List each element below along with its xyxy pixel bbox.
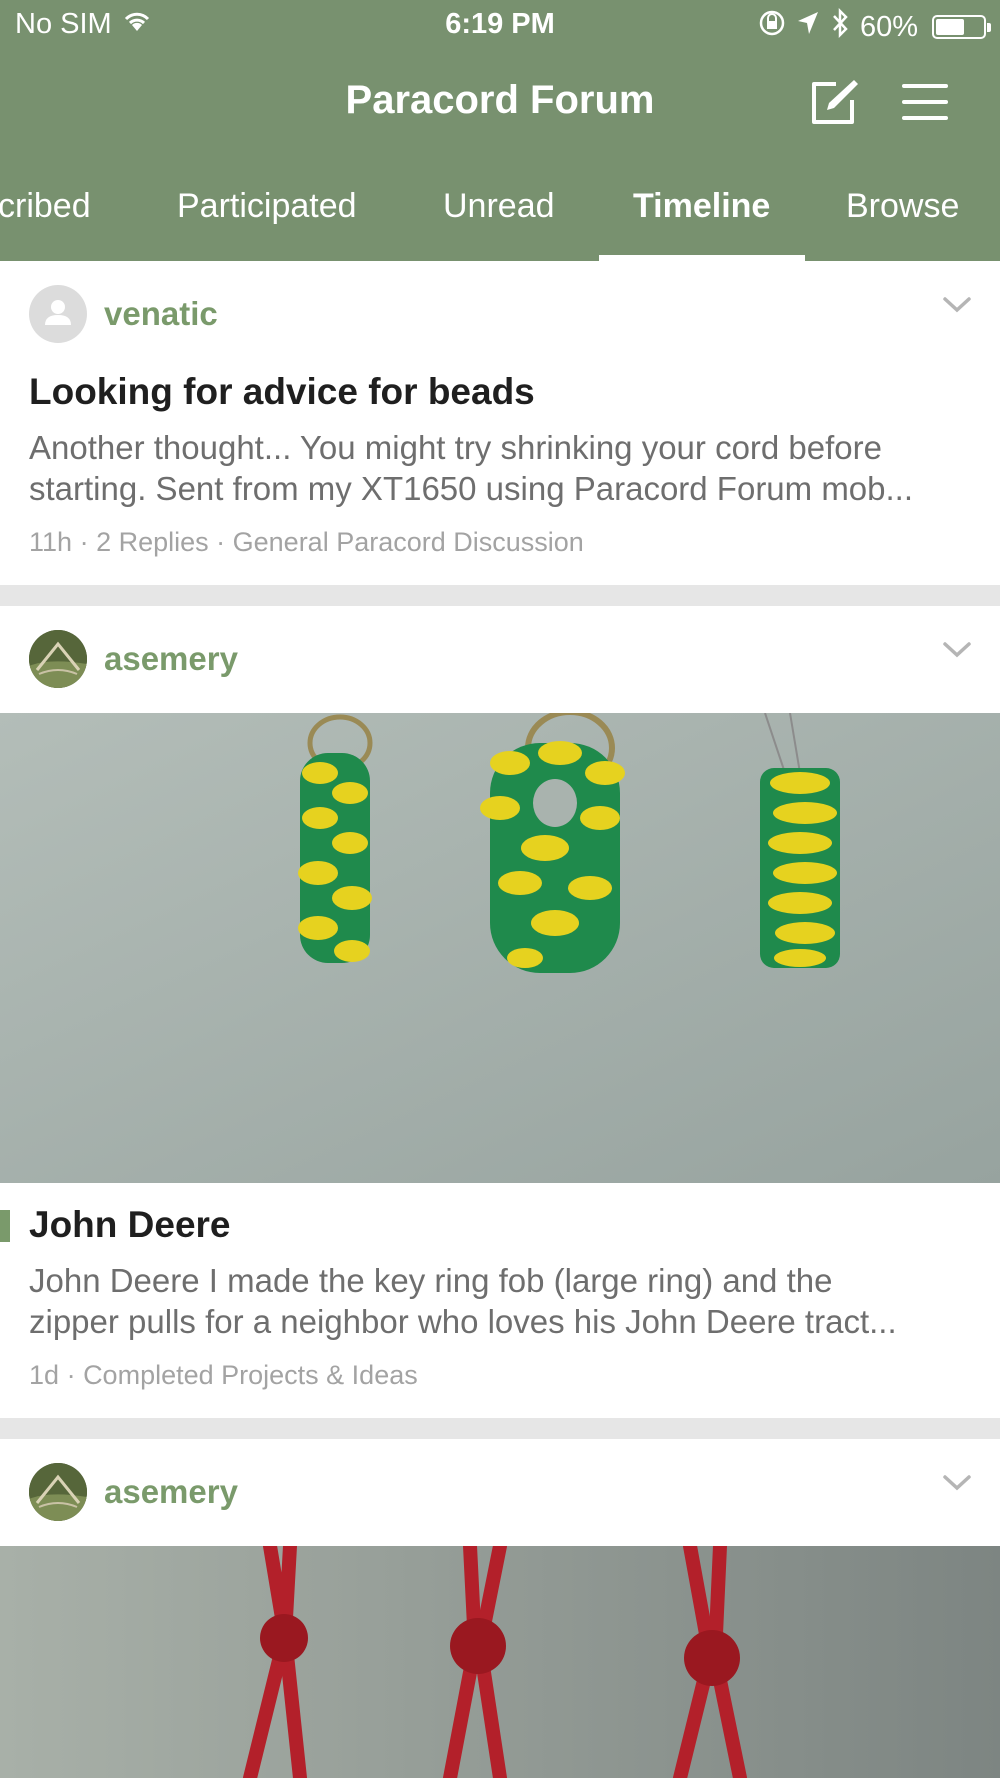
post-card[interactable]: venatic Looking for advice for beads Ano…: [0, 261, 1000, 585]
chevron-down-icon[interactable]: [942, 1473, 972, 1493]
card-divider: [0, 585, 1000, 606]
post-author[interactable]: venatic: [104, 295, 218, 333]
tab-timeline[interactable]: Timeline: [633, 187, 770, 226]
battery-percent: 60%: [859, 10, 918, 43]
tab-unread[interactable]: Unread: [443, 187, 555, 226]
post-meta: 11h · 2 Replies · General Paracord Discu…: [29, 527, 584, 558]
app-header: No SIM 6:19 PM 60% Paracord Forum cribed…: [0, 0, 1000, 261]
bluetooth-icon: [830, 7, 850, 46]
compose-icon: [812, 80, 858, 124]
compose-button[interactable]: [808, 76, 860, 128]
tab-participated[interactable]: Participated: [177, 187, 357, 226]
post-image[interactable]: [0, 713, 1000, 1183]
post-author[interactable]: asemery: [104, 640, 238, 678]
avatar[interactable]: [29, 630, 87, 688]
status-right: 60%: [758, 7, 991, 46]
reply-count: 2 Replies: [96, 527, 209, 557]
accent-bar: [0, 1210, 10, 1242]
user-photo-icon: [29, 1463, 87, 1521]
post-title[interactable]: Looking for advice for beads: [29, 371, 535, 413]
paracord-keychains-photo: [0, 713, 1000, 1183]
status-bar: No SIM 6:19 PM 60%: [0, 0, 1000, 50]
rotation-lock-icon: [758, 9, 786, 45]
post-author[interactable]: asemery: [104, 1473, 238, 1511]
tab-subscribed[interactable]: cribed: [0, 187, 91, 226]
excerpt-line: John Deere I made the key ring fob (larg…: [29, 1262, 833, 1299]
meta-separator: ·: [79, 527, 97, 557]
post-age: 11h: [29, 527, 73, 557]
card-divider: [0, 1418, 1000, 1439]
hamburger-menu-icon: [902, 84, 948, 120]
tab-bar: cribed Participated Unread Timeline Brow…: [0, 175, 1000, 261]
avatar[interactable]: [29, 285, 87, 343]
battery-level-fill: [936, 19, 964, 35]
post-excerpt: John Deere I made the key ring fob (larg…: [29, 1260, 974, 1342]
location-arrow-icon: [796, 10, 820, 44]
excerpt-line: starting. Sent from my XT1650 using Para…: [29, 470, 914, 507]
post-card[interactable]: asemery: [0, 606, 1000, 1418]
avatar[interactable]: [29, 1463, 87, 1521]
post-card[interactable]: asemery: [0, 1439, 1000, 1778]
default-user-icon: [45, 300, 71, 325]
title-bar: Paracord Forum: [0, 62, 1000, 142]
meta-separator: ·: [216, 527, 233, 557]
battery-icon: [932, 15, 991, 39]
post-image[interactable]: [0, 1546, 1000, 1778]
chevron-down-icon[interactable]: [942, 640, 972, 660]
tab-browse[interactable]: Browse: [846, 187, 959, 226]
post-age: 1d: [29, 1360, 60, 1390]
red-paracord-photo: [0, 1546, 1000, 1778]
meta-separator: ·: [66, 1360, 84, 1390]
chevron-down-icon[interactable]: [942, 295, 972, 315]
post-title[interactable]: John Deere: [29, 1204, 231, 1246]
excerpt-line: zipper pulls for a neighbor who loves hi…: [29, 1303, 897, 1340]
forum-name[interactable]: Completed Projects & Ideas: [83, 1360, 418, 1390]
excerpt-line: Another thought... You might try shrinki…: [29, 429, 883, 466]
forum-name[interactable]: General Paracord Discussion: [233, 527, 584, 557]
post-excerpt: Another thought... You might try shrinki…: [29, 427, 974, 509]
post-meta: 1d · Completed Projects & Ideas: [29, 1360, 418, 1391]
menu-button[interactable]: [898, 76, 954, 128]
user-photo-icon: [29, 630, 87, 688]
